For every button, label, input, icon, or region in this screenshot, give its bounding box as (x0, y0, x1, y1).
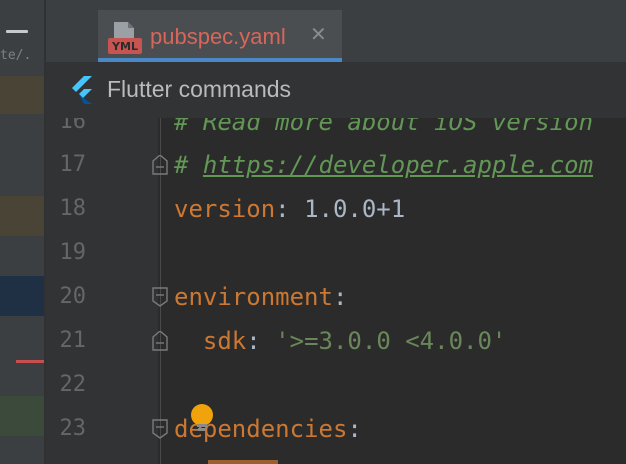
comment-hash: # (174, 151, 203, 179)
next-line-fragment (174, 452, 294, 464)
code-line: 20 environment: (0, 275, 626, 319)
yaml-value-version: 1.0.0+1 (304, 195, 406, 223)
fold-icon[interactable] (152, 419, 168, 439)
yaml-file-icon: YML (108, 22, 142, 54)
yaml-key-version: version (174, 195, 276, 223)
fold-icon[interactable] (152, 331, 168, 351)
yaml-indent (174, 327, 203, 355)
intention-bulb-icon[interactable] (190, 404, 214, 434)
line-number: 19 (59, 240, 87, 265)
fold-icon[interactable] (152, 287, 168, 307)
line-number: 20 (59, 284, 87, 309)
yaml-colon: : (347, 415, 362, 443)
code-line: 18 version: 1.0.0+1 (0, 187, 626, 231)
code-line: 21 sdk: '>=3.0.0 <4.0.0' (0, 319, 626, 363)
close-icon[interactable]: ✕ (310, 22, 327, 46)
project-path-fragment: te/. (0, 48, 32, 63)
code-line: 22 (0, 363, 626, 407)
yaml-colon: : (246, 327, 276, 355)
flutter-commands-banner-overlay: Flutter commands (46, 62, 626, 118)
flutter-icon (72, 76, 92, 104)
flutter-commands-label[interactable]: Flutter commands (107, 76, 291, 103)
fold-icon[interactable] (152, 155, 168, 175)
tab-pubspec-yaml[interactable]: YML pubspec.yaml ✕ (98, 10, 342, 62)
yaml-colon: : (275, 195, 305, 223)
editor-tab-bar: YML pubspec.yaml ✕ (46, 0, 626, 62)
code-line: 17 # https://developer.apple.com (0, 143, 626, 187)
line-number: 22 (59, 372, 87, 397)
yaml-icon-label: YML (111, 40, 138, 53)
line-number: 18 (59, 196, 87, 221)
hide-panel-button[interactable] (6, 30, 28, 33)
yaml-key-sdk: sdk (202, 327, 247, 355)
comment-url-link[interactable]: https://developer.apple.com (203, 151, 593, 179)
line-number: 17 (59, 152, 87, 177)
yaml-value-sdk: '>=3.0.0 <4.0.0' (275, 327, 507, 355)
code-line: 19 (0, 231, 626, 275)
yaml-key-environment: environment (174, 283, 333, 311)
line-number: 23 (59, 416, 87, 441)
line-number: 21 (59, 328, 87, 353)
tab-file-name: pubspec.yaml (150, 24, 286, 49)
code-line: 23 dependencies: (0, 407, 626, 451)
yaml-colon: : (332, 283, 348, 311)
